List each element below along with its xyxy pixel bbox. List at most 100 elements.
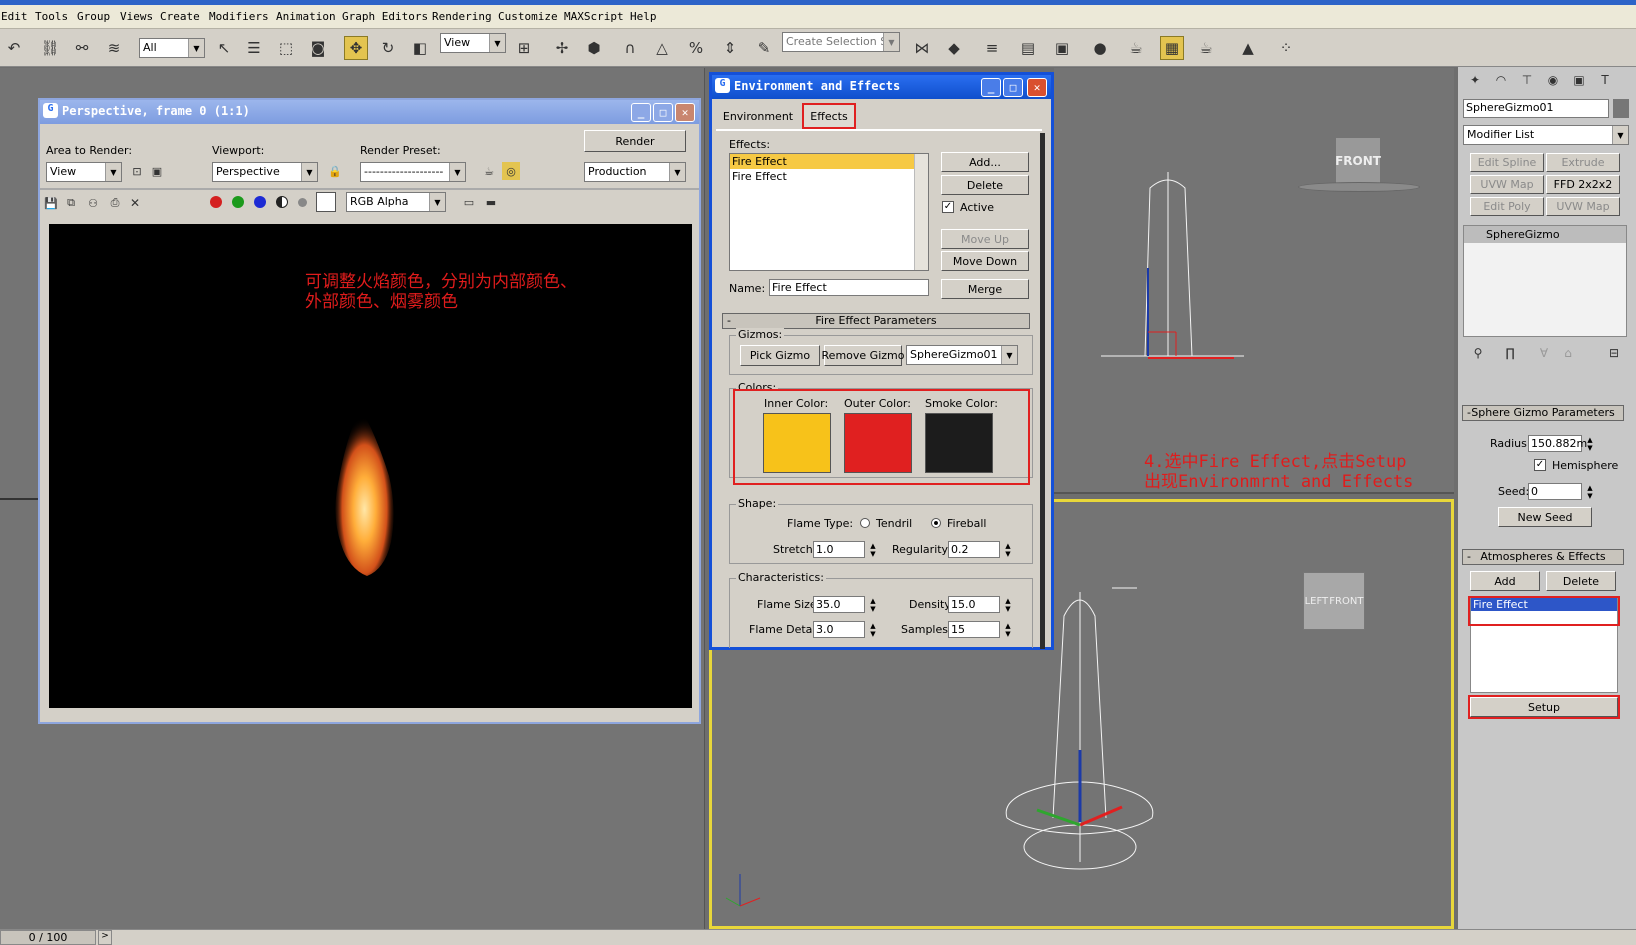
viewcube-front[interactable]: FRONT: [1335, 138, 1381, 184]
uvw-map-button[interactable]: UVW Map: [1470, 175, 1544, 194]
toggle-ui-icon[interactable]: ▬: [482, 193, 500, 211]
viewport-dropdown[interactable]: Perspective ▼: [212, 162, 318, 182]
effects-list[interactable]: Fire Effect Fire Effect: [729, 153, 929, 271]
sphere-gizmo-parameters-rollout[interactable]: - Sphere Gizmo Parameters: [1462, 405, 1624, 421]
dialog-scrollbar[interactable]: [1040, 133, 1045, 649]
select-link-icon[interactable]: ⛓: [38, 36, 62, 60]
selection-filter-dropdown[interactable]: All ▼: [139, 38, 205, 58]
render-button[interactable]: Render: [584, 130, 686, 152]
ffd-button[interactable]: FFD 2x2x2: [1546, 175, 1620, 194]
color-swatch[interactable]: [316, 192, 336, 212]
flame-detail-input[interactable]: 3.0 ▲ ▼: [813, 621, 876, 638]
menu-edit[interactable]: Edit: [1, 10, 28, 23]
maximize-icon[interactable]: □: [653, 103, 673, 122]
regularity-input[interactable]: 0.2 ▲ ▼: [948, 541, 1011, 558]
next-frame-icon[interactable]: >: [98, 930, 112, 945]
rect-selection-icon[interactable]: ⬚: [274, 36, 298, 60]
atm-add-button[interactable]: Add: [1470, 571, 1540, 591]
edit-named-selection-icon[interactable]: ✎: [752, 36, 776, 60]
select-scale-icon[interactable]: ◧: [408, 36, 432, 60]
modify-tab-icon[interactable]: ◠: [1490, 69, 1512, 91]
modifier-list-dropdown[interactable]: Modifier List ▼: [1463, 125, 1629, 145]
hierarchy-tab-icon[interactable]: ⊤: [1516, 69, 1538, 91]
schematic-view-icon[interactable]: ▣: [1050, 36, 1074, 60]
green-channel-icon[interactable]: [232, 196, 244, 208]
select-move-icon[interactable]: ✥: [344, 36, 368, 60]
pivot-center-icon[interactable]: ⊞: [512, 36, 536, 60]
manipulate-icon[interactable]: ✢: [550, 36, 574, 60]
viewcube-front-face[interactable]: FRONT: [1329, 596, 1363, 607]
effects-list-item-selected[interactable]: Fire Effect: [730, 154, 928, 169]
align-icon[interactable]: ◆: [942, 36, 966, 60]
modifier-stack[interactable]: SphereGizmo: [1463, 225, 1627, 337]
select-by-name-icon[interactable]: ☰: [242, 36, 266, 60]
edit-poly-button[interactable]: Edit Poly: [1470, 197, 1544, 216]
object-color-swatch[interactable]: [1613, 99, 1629, 118]
effects-list-scrollbar[interactable]: [914, 154, 928, 270]
select-rotate-icon[interactable]: ↻: [376, 36, 400, 60]
rendered-frame-window-icon[interactable]: ▦: [1160, 36, 1184, 60]
blue-channel-icon[interactable]: [254, 196, 266, 208]
menu-modifiers[interactable]: Modifiers: [209, 10, 269, 23]
quick-render-icon[interactable]: ☕: [1194, 36, 1218, 60]
display-tab-icon[interactable]: ▣: [1568, 69, 1590, 91]
new-seed-button[interactable]: New Seed: [1498, 507, 1592, 527]
material-editor-icon[interactable]: ●: [1088, 36, 1112, 60]
edit-spline-button[interactable]: Edit Spline: [1470, 153, 1544, 172]
env-maximize-icon[interactable]: □: [1003, 78, 1023, 97]
stretch-input[interactable]: 1.0 ▲ ▼: [813, 541, 876, 558]
menu-animation[interactable]: Animation: [276, 10, 336, 23]
auto-region-icon[interactable]: ▣: [148, 162, 166, 180]
clear-image-icon[interactable]: ✕: [126, 194, 144, 212]
fireball-radio[interactable]: [931, 518, 941, 528]
utilities-tab-icon[interactable]: T: [1594, 69, 1616, 91]
stack-item-spheregizmo[interactable]: SphereGizmo: [1464, 226, 1626, 243]
extrude-button[interactable]: Extrude: [1546, 153, 1620, 172]
percent-snap-icon[interactable]: %: [684, 36, 708, 60]
env-minimize-icon[interactable]: _: [981, 78, 1001, 97]
menu-create[interactable]: Create: [160, 10, 200, 23]
production-dropdown[interactable]: Production ▼: [584, 162, 686, 182]
seed-input[interactable]: 0 ▲ ▼: [1528, 483, 1593, 500]
keyboard-override-icon[interactable]: ⬢: [582, 36, 606, 60]
print-image-icon[interactable]: ⎙: [106, 194, 124, 212]
render-setup-icon[interactable]: ☕: [1124, 36, 1148, 60]
red-channel-icon[interactable]: [210, 196, 222, 208]
display-channel-dropdown[interactable]: RGB Alpha ▼: [346, 192, 446, 212]
close-icon[interactable]: ✕: [675, 103, 695, 122]
render-setup-small-icon[interactable]: ☕: [480, 162, 498, 180]
time-slider[interactable]: 0 / 100: [0, 930, 96, 945]
outer-color-swatch[interactable]: [844, 413, 912, 473]
viewport-front[interactable]: FRONT: [1054, 68, 1454, 494]
active-checkbox[interactable]: ✓: [942, 201, 954, 213]
layer-manager-icon[interactable]: ≡: [980, 36, 1004, 60]
menu-customize[interactable]: Customize: [498, 10, 558, 23]
smoke-color-swatch[interactable]: [925, 413, 993, 473]
pick-gizmo-button[interactable]: Pick Gizmo: [740, 345, 820, 366]
menu-graph-editors[interactable]: Graph Editors: [342, 10, 428, 23]
merge-button[interactable]: Merge: [941, 279, 1029, 299]
atmospheres-effects-rollout[interactable]: - Atmospheres & Effects: [1462, 549, 1624, 565]
clone-window-icon[interactable]: ⚇: [84, 194, 102, 212]
curve-editor-icon[interactable]: ▤: [1016, 36, 1040, 60]
flame-size-input[interactable]: 35.0 ▲ ▼: [813, 596, 876, 613]
named-selection-set-dropdown[interactable]: Create Selection Set ▼: [782, 32, 900, 52]
array-icon[interactable]: ⁘: [1274, 36, 1298, 60]
snaps-toggle-icon[interactable]: ∩: [618, 36, 642, 60]
alpha-channel-icon[interactable]: [276, 196, 288, 208]
samples-input[interactable]: 15 ▲ ▼: [948, 621, 1011, 638]
effects-list-item[interactable]: Fire Effect: [730, 169, 928, 184]
reference-coordinate-dropdown[interactable]: View ▼: [440, 33, 506, 53]
density-input[interactable]: 15.0 ▲ ▼: [948, 596, 1011, 613]
spinner-snap-icon[interactable]: ⇕: [718, 36, 742, 60]
configure-modifier-sets-icon[interactable]: ⊟: [1604, 343, 1624, 363]
env-dialog-titlebar[interactable]: G Environment and Effects _ □ ✕: [712, 75, 1051, 99]
minimize-icon[interactable]: _: [631, 103, 651, 122]
move-down-button[interactable]: Move Down: [941, 251, 1029, 271]
delete-effect-button[interactable]: Delete: [941, 175, 1029, 195]
area-to-render-dropdown[interactable]: View ▼: [46, 162, 122, 182]
menu-help[interactable]: Help: [630, 10, 657, 23]
atm-delete-button[interactable]: Delete: [1546, 571, 1616, 591]
make-unique-icon[interactable]: ∀: [1534, 343, 1554, 363]
remove-modifier-icon[interactable]: ⌂: [1558, 343, 1578, 363]
